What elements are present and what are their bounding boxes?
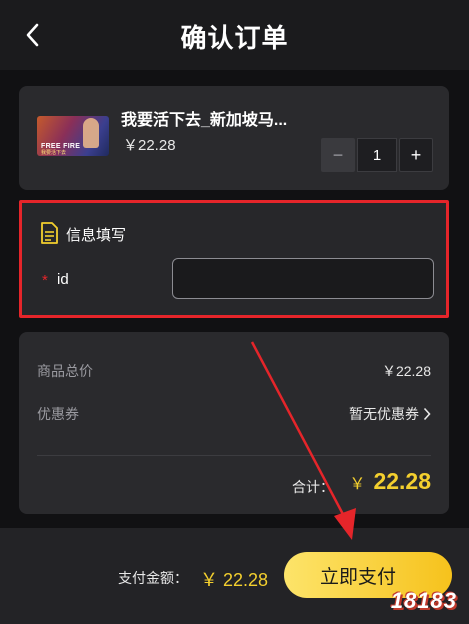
id-input[interactable] bbox=[172, 258, 434, 299]
thumbnail-sub-text: 我要活下去 bbox=[41, 150, 67, 156]
total-currency: ￥ bbox=[349, 476, 366, 493]
order-summary-card: 商品总价 ￥22.28 优惠券 暂无优惠券 合计： ￥ 22.28 bbox=[19, 332, 449, 514]
total-value: 22.28 bbox=[373, 468, 431, 494]
id-label: id bbox=[57, 271, 69, 288]
coupon-value: 暂无优惠券 bbox=[349, 406, 419, 422]
coupon-selector[interactable]: 暂无优惠券 bbox=[349, 404, 431, 424]
watermark-logo: 18183 bbox=[390, 588, 457, 613]
decrement-button[interactable]: − bbox=[321, 138, 355, 172]
goods-total-value: ￥22.28 bbox=[381, 363, 431, 379]
pay-amount-value: ￥ 22.28 bbox=[200, 570, 269, 590]
chevron-right-icon bbox=[423, 407, 431, 421]
product-price: ￥22.28 bbox=[123, 137, 176, 154]
document-icon bbox=[41, 222, 58, 244]
page-title: 确认订单 bbox=[180, 23, 289, 53]
total-value-group: ￥ 22.28 bbox=[349, 468, 431, 495]
quantity-value[interactable]: 1 bbox=[357, 138, 397, 172]
summary-divider bbox=[37, 455, 431, 456]
product-name: 我要活下去_新加坡马... bbox=[121, 112, 288, 129]
header-bar: 确认订单 bbox=[0, 0, 469, 70]
total-label: 合计： bbox=[292, 479, 334, 495]
product-thumbnail: FREE FIRE 我要活下去 bbox=[37, 116, 109, 156]
quantity-stepper: − 1 + bbox=[321, 138, 433, 172]
product-card: FREE FIRE 我要活下去 我要活下去_新加坡马... ￥22.28 − 1… bbox=[19, 86, 449, 190]
thumbnail-character bbox=[83, 118, 99, 148]
increment-button[interactable]: + bbox=[399, 138, 433, 172]
info-section-title: 信息填写 bbox=[66, 227, 127, 244]
info-form-card: 信息填写 * id bbox=[19, 200, 449, 318]
coupon-label: 优惠券 bbox=[37, 406, 79, 422]
goods-total-label: 商品总价 bbox=[37, 363, 93, 379]
pay-amount-label: 支付金额： bbox=[118, 570, 188, 586]
required-asterisk: * bbox=[42, 272, 48, 289]
